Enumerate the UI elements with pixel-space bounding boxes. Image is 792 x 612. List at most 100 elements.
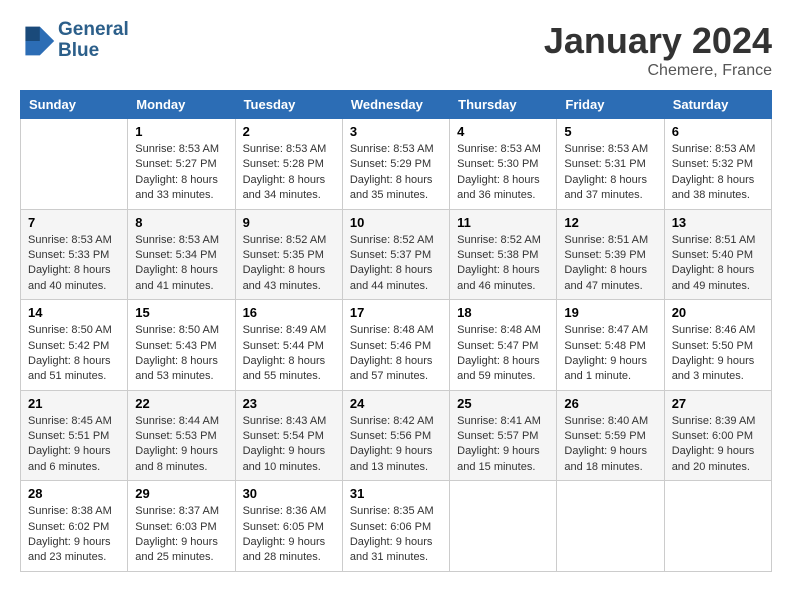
- calendar-cell: [664, 481, 771, 572]
- calendar-cell: 4 Sunrise: 8:53 AM Sunset: 5:30 PM Daylig…: [450, 119, 557, 210]
- day-info: Sunrise: 8:52 AM Sunset: 5:37 PM Dayligh…: [350, 233, 442, 295]
- day-number: 10: [350, 215, 442, 230]
- calendar-cell: 15 Sunrise: 8:50 AM Sunset: 5:43 PM Dayli…: [128, 300, 235, 391]
- calendar-cell: 22 Sunrise: 8:44 AM Sunset: 5:53 PM Dayli…: [128, 390, 235, 481]
- day-info: Sunrise: 8:53 AM Sunset: 5:31 PM Dayligh…: [564, 142, 656, 204]
- day-number: 17: [350, 305, 442, 320]
- day-number: 11: [457, 215, 549, 230]
- calendar-cell: 17 Sunrise: 8:48 AM Sunset: 5:46 PM Dayli…: [342, 300, 449, 391]
- day-info: Sunrise: 8:53 AM Sunset: 5:32 PM Dayligh…: [672, 142, 764, 204]
- day-number: 6: [672, 124, 764, 139]
- calendar-cell: 25Sunrise: 8:41 AM Sunset: 5:57 PM Dayli…: [450, 390, 557, 481]
- calendar-cell: 31 Sunrise: 8:35 AM Sunset: 6:06 PM Dayli…: [342, 481, 449, 572]
- calendar-cell: 11Sunrise: 8:52 AM Sunset: 5:38 PM Dayli…: [450, 209, 557, 300]
- day-info: Sunrise: 8:53 AM Sunset: 5:28 PM Dayligh…: [243, 142, 335, 204]
- day-info: Sunrise: 8:42 AM Sunset: 5:56 PM Dayligh…: [350, 414, 442, 476]
- title-block: January 2024 Chemere, France: [544, 20, 772, 80]
- day-info: Sunrise: 8:53 AM Sunset: 5:29 PM Dayligh…: [350, 142, 442, 204]
- calendar-cell: 20 Sunrise: 8:46 AM Sunset: 5:50 PM Dayli…: [664, 300, 771, 391]
- day-info: Sunrise: 8:47 AM Sunset: 5:48 PM Dayligh…: [564, 323, 656, 385]
- calendar-cell: 21Sunrise: 8:45 AM Sunset: 5:51 PM Dayli…: [21, 390, 128, 481]
- day-number: 22: [135, 396, 227, 411]
- day-info: Sunrise: 8:39 AM Sunset: 6:00 PM Dayligh…: [672, 414, 764, 476]
- day-info: Sunrise: 8:37 AM Sunset: 6:03 PM Dayligh…: [135, 504, 227, 566]
- calendar-week-row: 21Sunrise: 8:45 AM Sunset: 5:51 PM Dayli…: [21, 390, 772, 481]
- day-number: 14: [28, 305, 120, 320]
- calendar-table: SundayMondayTuesdayWednesdayThursdayFrid…: [20, 90, 772, 572]
- day-number: 21: [28, 396, 120, 411]
- calendar-cell: 5 Sunrise: 8:53 AM Sunset: 5:31 PM Daylig…: [557, 119, 664, 210]
- day-info: Sunrise: 8:49 AM Sunset: 5:44 PM Dayligh…: [243, 323, 335, 385]
- day-number: 13: [672, 215, 764, 230]
- calendar-cell: 27Sunrise: 8:39 AM Sunset: 6:00 PM Dayli…: [664, 390, 771, 481]
- day-info: Sunrise: 8:43 AM Sunset: 5:54 PM Dayligh…: [243, 414, 335, 476]
- day-number: 31: [350, 486, 442, 501]
- calendar-week-row: 7Sunrise: 8:53 AM Sunset: 5:33 PM Daylig…: [21, 209, 772, 300]
- calendar-cell: 2 Sunrise: 8:53 AM Sunset: 5:28 PM Daylig…: [235, 119, 342, 210]
- calendar-cell: 28 Sunrise: 8:38 AM Sunset: 6:02 PM Dayli…: [21, 481, 128, 572]
- logo-icon: [20, 23, 56, 59]
- day-number: 15: [135, 305, 227, 320]
- calendar-cell: 30 Sunrise: 8:36 AM Sunset: 6:05 PM Dayli…: [235, 481, 342, 572]
- calendar-cell: 9 Sunrise: 8:52 AM Sunset: 5:35 PM Daylig…: [235, 209, 342, 300]
- day-info: Sunrise: 8:44 AM Sunset: 5:53 PM Dayligh…: [135, 414, 227, 476]
- calendar-cell: 12 Sunrise: 8:51 AM Sunset: 5:39 PM Dayli…: [557, 209, 664, 300]
- calendar-cell: 24Sunrise: 8:42 AM Sunset: 5:56 PM Dayli…: [342, 390, 449, 481]
- calendar-week-row: 1Sunrise: 8:53 AM Sunset: 5:27 PM Daylig…: [21, 119, 772, 210]
- calendar-cell: 3 Sunrise: 8:53 AM Sunset: 5:29 PM Daylig…: [342, 119, 449, 210]
- day-info: Sunrise: 8:48 AM Sunset: 5:47 PM Dayligh…: [457, 323, 549, 385]
- location-subtitle: Chemere, France: [544, 62, 772, 80]
- day-info: Sunrise: 8:36 AM Sunset: 6:05 PM Dayligh…: [243, 504, 335, 566]
- day-info: Sunrise: 8:50 AM Sunset: 5:43 PM Dayligh…: [135, 323, 227, 385]
- calendar-cell: 6 Sunrise: 8:53 AM Sunset: 5:32 PM Daylig…: [664, 119, 771, 210]
- day-number: 23: [243, 396, 335, 411]
- logo: General Blue: [20, 20, 129, 62]
- calendar-header-row: SundayMondayTuesdayWednesdayThursdayFrid…: [21, 91, 772, 119]
- day-info: Sunrise: 8:40 AM Sunset: 5:59 PM Dayligh…: [564, 414, 656, 476]
- day-info: Sunrise: 8:51 AM Sunset: 5:40 PM Dayligh…: [672, 233, 764, 295]
- column-header-thursday: Thursday: [450, 91, 557, 119]
- calendar-cell: 23 Sunrise: 8:43 AM Sunset: 5:54 PM Dayli…: [235, 390, 342, 481]
- logo-text-line2: Blue: [58, 41, 129, 62]
- day-info: Sunrise: 8:53 AM Sunset: 5:33 PM Dayligh…: [28, 233, 120, 295]
- day-number: 12: [564, 215, 656, 230]
- calendar-cell: [557, 481, 664, 572]
- calendar-cell: [450, 481, 557, 572]
- day-info: Sunrise: 8:46 AM Sunset: 5:50 PM Dayligh…: [672, 323, 764, 385]
- day-info: Sunrise: 8:35 AM Sunset: 6:06 PM Dayligh…: [350, 504, 442, 566]
- day-number: 3: [350, 124, 442, 139]
- day-number: 28: [28, 486, 120, 501]
- calendar-cell: 14 Sunrise: 8:50 AM Sunset: 5:42 PM Dayli…: [21, 300, 128, 391]
- calendar-cell: 19 Sunrise: 8:47 AM Sunset: 5:48 PM Dayli…: [557, 300, 664, 391]
- calendar-cell: 16 Sunrise: 8:49 AM Sunset: 5:44 PM Dayli…: [235, 300, 342, 391]
- calendar-cell: [21, 119, 128, 210]
- column-header-saturday: Saturday: [664, 91, 771, 119]
- day-info: Sunrise: 8:48 AM Sunset: 5:46 PM Dayligh…: [350, 323, 442, 385]
- day-number: 16: [243, 305, 335, 320]
- day-number: 19: [564, 305, 656, 320]
- day-number: 4: [457, 124, 549, 139]
- day-info: Sunrise: 8:38 AM Sunset: 6:02 PM Dayligh…: [28, 504, 120, 566]
- day-info: Sunrise: 8:52 AM Sunset: 5:35 PM Dayligh…: [243, 233, 335, 295]
- day-number: 25: [457, 396, 549, 411]
- day-info: Sunrise: 8:53 AM Sunset: 5:30 PM Dayligh…: [457, 142, 549, 204]
- column-header-sunday: Sunday: [21, 91, 128, 119]
- day-number: 5: [564, 124, 656, 139]
- day-number: 2: [243, 124, 335, 139]
- day-info: Sunrise: 8:51 AM Sunset: 5:39 PM Dayligh…: [564, 233, 656, 295]
- day-number: 20: [672, 305, 764, 320]
- page-header: General Blue January 2024 Chemere, Franc…: [20, 20, 772, 80]
- day-number: 26: [564, 396, 656, 411]
- day-number: 9: [243, 215, 335, 230]
- calendar-cell: 13 Sunrise: 8:51 AM Sunset: 5:40 PM Dayli…: [664, 209, 771, 300]
- logo-text-line1: General: [58, 20, 129, 41]
- column-header-friday: Friday: [557, 91, 664, 119]
- day-info: Sunrise: 8:50 AM Sunset: 5:42 PM Dayligh…: [28, 323, 120, 385]
- calendar-week-row: 14 Sunrise: 8:50 AM Sunset: 5:42 PM Dayli…: [21, 300, 772, 391]
- calendar-cell: 18Sunrise: 8:48 AM Sunset: 5:47 PM Dayli…: [450, 300, 557, 391]
- calendar-cell: 10 Sunrise: 8:52 AM Sunset: 5:37 PM Dayli…: [342, 209, 449, 300]
- day-number: 30: [243, 486, 335, 501]
- calendar-cell: 8Sunrise: 8:53 AM Sunset: 5:34 PM Daylig…: [128, 209, 235, 300]
- day-number: 1: [135, 124, 227, 139]
- column-header-monday: Monday: [128, 91, 235, 119]
